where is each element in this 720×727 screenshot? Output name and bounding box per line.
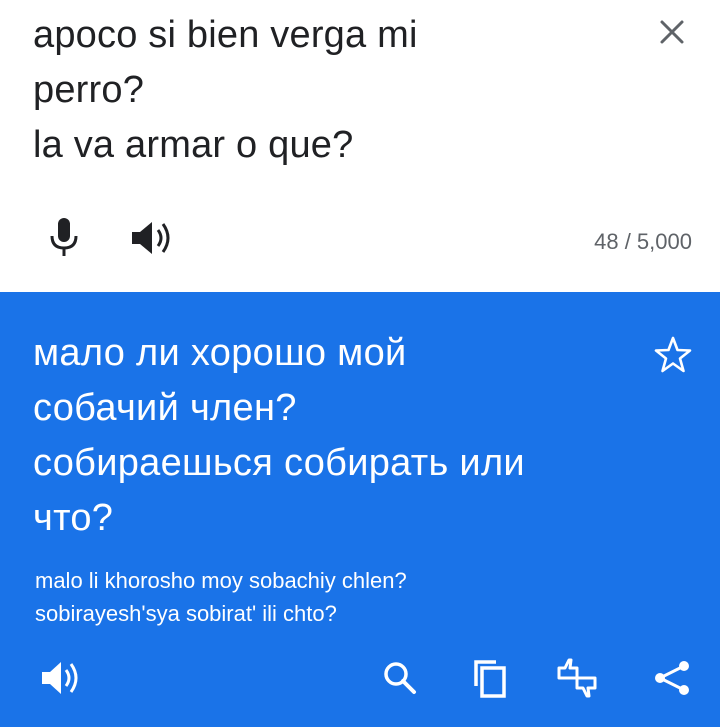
microphone-icon [50, 218, 78, 256]
close-icon [660, 20, 684, 44]
microphone-button[interactable] [44, 214, 84, 262]
copy-button[interactable] [468, 656, 512, 700]
speaker-icon [42, 662, 78, 694]
result-panel: мало ли хорошо мой собачий член? собирае… [0, 292, 720, 727]
translation-line: мало ли хорошо мой [33, 332, 407, 374]
search-button[interactable] [378, 656, 422, 700]
transliteration-line: sobirayesh'sya sobirat' ili chto? [35, 601, 337, 626]
source-line: la va armar o que? [33, 124, 354, 166]
star-icon [654, 336, 692, 373]
result-speaker-button[interactable] [38, 656, 82, 700]
feedback-icon [557, 658, 597, 698]
source-line: apoco si bien verga mi [33, 14, 418, 56]
speaker-icon [132, 222, 170, 254]
translation-line: что? [33, 497, 114, 539]
search-icon [384, 662, 416, 694]
source-panel: apoco si bien verga mi perro? la va arma… [0, 0, 720, 292]
share-button[interactable] [650, 656, 694, 700]
source-speaker-button[interactable] [126, 218, 174, 258]
share-icon [655, 661, 689, 695]
translation-text: мало ли хорошо мой собачий член? собирае… [33, 326, 633, 546]
copy-icon [474, 660, 506, 698]
transliteration-line: malo li khorosho moy sobachiy chlen? [35, 568, 407, 593]
source-line: perro? [33, 69, 145, 111]
source-text[interactable]: apoco si bien verga mi perro? la va arma… [33, 8, 593, 173]
feedback-button[interactable] [555, 656, 599, 700]
character-count: 48 / 5,000 [594, 229, 692, 254]
star-button[interactable] [652, 334, 694, 376]
transliteration: malo li khorosho moy sobachiy chlen? sob… [35, 564, 635, 630]
close-button[interactable] [650, 10, 694, 54]
translation-line: собачий член? [33, 387, 297, 429]
translation-line: собираешься собирать или [33, 442, 525, 484]
